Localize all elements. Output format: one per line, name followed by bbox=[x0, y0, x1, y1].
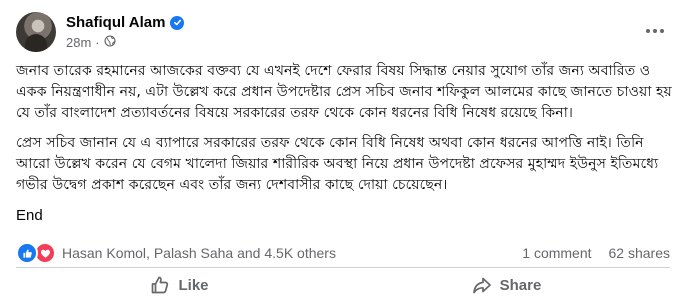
like-reaction-icon bbox=[16, 242, 38, 264]
post-header: Shafiqul Alam 28m · bbox=[16, 10, 670, 54]
post-meta: 28m · bbox=[66, 35, 116, 50]
post-actions: Like Share bbox=[16, 270, 670, 300]
author-name[interactable]: Shafiqul Alam bbox=[66, 14, 165, 31]
post-body: জনাব তারেক রহমানের আজকের বক্তব্য যে এখনই… bbox=[16, 61, 676, 235]
share-button[interactable]: Share bbox=[343, 270, 670, 300]
reactors-summary[interactable]: Hasan Komol, Palash Saha and 4.5K others bbox=[62, 245, 336, 261]
comment-count[interactable]: 1 comment bbox=[522, 245, 591, 261]
author-name-row: Shafiqul Alam bbox=[66, 14, 185, 31]
share-arrow-icon bbox=[472, 275, 492, 295]
thumbs-up-icon bbox=[150, 275, 170, 295]
actions-divider bbox=[16, 267, 670, 268]
globe-icon bbox=[104, 35, 116, 50]
post-paragraph-1: জনাব তারেক রহমানের আজকের বক্তব্য যে এখনই… bbox=[16, 63, 672, 121]
post-paragraph-2: প্রেস সচিব জানান যে এ ব্যাপারে সরকারের ত… bbox=[16, 135, 659, 193]
share-label: Share bbox=[499, 276, 542, 294]
author-avatar[interactable] bbox=[16, 12, 56, 52]
post-closing: End bbox=[16, 207, 43, 224]
more-options-icon[interactable] bbox=[640, 16, 670, 46]
meta-separator: · bbox=[95, 35, 100, 50]
like-label: Like bbox=[178, 276, 209, 294]
engagement-counts: 1 comment 62 shares bbox=[522, 245, 670, 261]
share-count[interactable]: 62 shares bbox=[609, 245, 670, 261]
reaction-icons[interactable] bbox=[16, 242, 56, 264]
post-time[interactable]: 28m bbox=[66, 35, 91, 50]
like-button[interactable]: Like bbox=[16, 270, 343, 300]
verified-badge-icon bbox=[170, 15, 185, 30]
post-stats: Hasan Komol, Palash Saha and 4.5K others… bbox=[16, 242, 670, 264]
